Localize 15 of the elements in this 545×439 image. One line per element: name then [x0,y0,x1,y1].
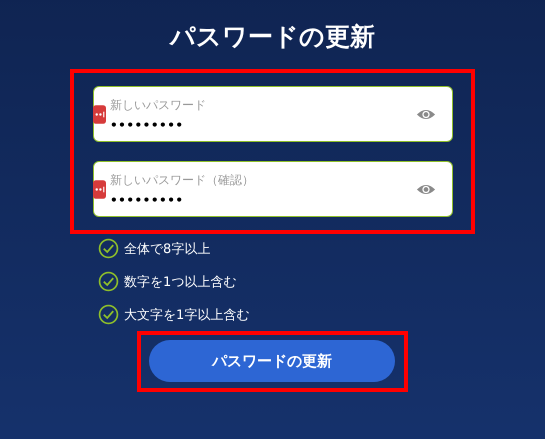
password-icon [93,104,106,124]
password-field[interactable]: 新しいパスワード（確認） ••••••••• [93,161,453,217]
eye-icon[interactable] [416,108,436,120]
rule-text: 大文字を1字以上含む [124,306,250,324]
rule-text: 数字を1つ以上含む [124,274,236,290]
password-value: ••••••••• [110,118,185,132]
password-field[interactable]: 新しいパスワード ••••••••• [93,86,453,142]
eye-icon[interactable] [416,182,436,196]
field-label: 新しいパスワード（確認） [110,172,255,188]
field-label: 新しいパスワード [110,96,207,114]
password-icon [93,180,106,198]
update-password-button[interactable]: パスワードの更新 [149,340,395,382]
page-title: パスワードの更新 [170,21,375,53]
rule-text: 全体で8字以上 [124,240,210,258]
password-value: ••••••••• [110,192,185,206]
